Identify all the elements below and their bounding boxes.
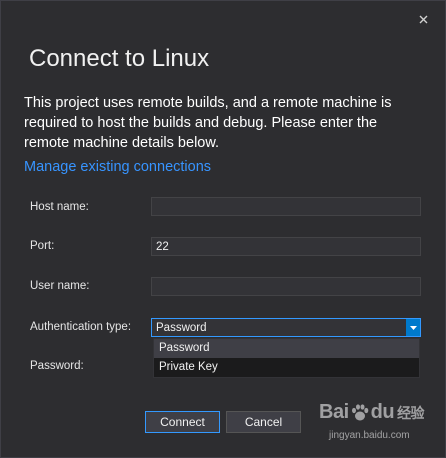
user-name-input[interactable] — [151, 277, 421, 296]
baidu-jingyan-text: 经验 — [397, 405, 425, 422]
manage-connections-link[interactable]: Manage existing connections — [24, 159, 211, 175]
connect-dialog: Connect to Linux This project uses remot… — [0, 0, 446, 458]
password-label: Password: — [30, 360, 84, 372]
dialog-title: Connect to Linux — [29, 45, 210, 72]
cancel-button[interactable]: Cancel — [226, 411, 301, 433]
watermark-url: jingyan.baidu.com — [329, 430, 410, 441]
port-input[interactable] — [151, 237, 421, 256]
host-name-input[interactable] — [151, 197, 421, 216]
host-name-label: Host name: — [30, 201, 89, 213]
port-label: Port: — [30, 240, 55, 252]
close-icon — [419, 15, 427, 23]
baidu-watermark: Bai du 经验 jingyan.baidu.com — [311, 399, 441, 449]
auth-type-label: Authentication type: — [30, 321, 132, 333]
close-button[interactable] — [415, 11, 431, 27]
chevron-down-icon — [409, 325, 417, 330]
dialog-description: This project uses remote builds, and a r… — [24, 95, 392, 151]
baidu-logo-text-du: du — [370, 401, 395, 423]
auth-type-selected-value: Password — [156, 321, 207, 334]
dropdown-option-password[interactable]: Password — [154, 339, 419, 358]
auth-type-dropdown-list: Password Private Key — [153, 338, 420, 378]
dropdown-arrow-button[interactable] — [406, 319, 420, 336]
baidu-logo: Bai du 经验 — [319, 401, 425, 424]
auth-type-select[interactable]: Password — [151, 318, 421, 337]
paw-icon — [351, 403, 368, 420]
baidu-logo-text: Bai — [319, 401, 349, 423]
user-name-label: User name: — [30, 280, 90, 292]
connect-button[interactable]: Connect — [145, 411, 220, 433]
dropdown-option-private-key[interactable]: Private Key — [154, 358, 419, 377]
